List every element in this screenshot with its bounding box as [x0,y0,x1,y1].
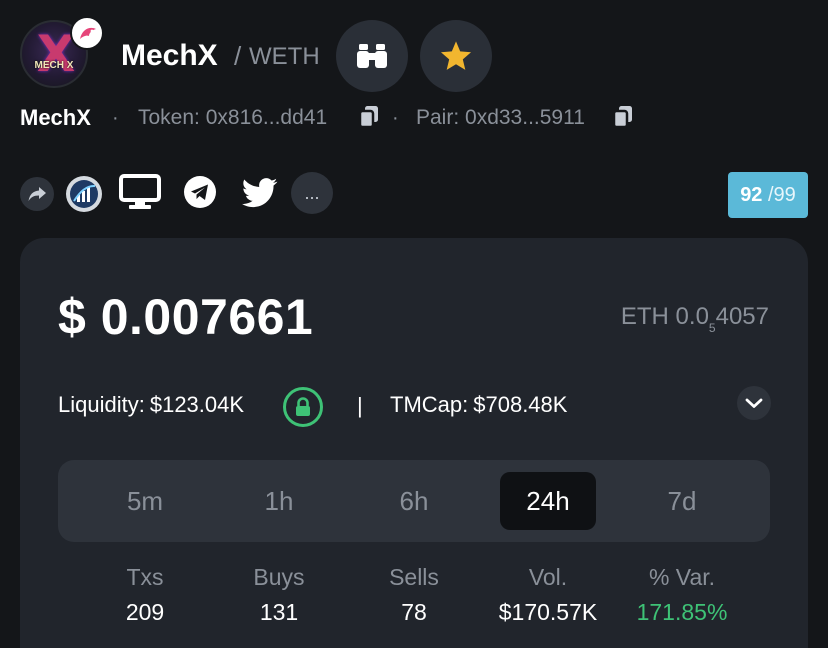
token-name: MechX [20,105,91,130]
dex-badge-icon [70,16,104,50]
liquidity-label: Liquidity: [58,392,145,417]
token-address: Token: 0x816...dd41 [138,106,328,129]
stat-variation-label: % Var. [648,564,716,590]
pair-address: Pair: 0xd33...5911 [416,106,585,129]
eth-price: ETH 0.054057 [621,302,769,343]
liquidity-value: $123.04K [149,392,245,417]
tab-5m[interactable]: 5m [97,472,193,530]
total-market-cap: TMCap: $708.48K [390,390,567,420]
telegram-icon [184,176,216,208]
telegram-button[interactable] [182,174,218,210]
tmcap-label: TMCap: [390,392,469,417]
chart-logo-icon [70,180,98,208]
website-icon [119,174,161,209]
expand-button[interactable] [737,386,771,420]
metrics-divider: | [357,393,363,418]
eth-price-prefix: ETH 0.0 [620,303,709,330]
copy-token-icon[interactable] [358,105,380,129]
logo-text: MECH X [34,60,74,71]
bullet-1: · [112,107,119,129]
tab-7d[interactable]: 7d [634,472,730,530]
star-icon [440,41,472,70]
chart-link-button[interactable] [66,176,102,212]
tmcap-value: $708.48K [473,392,568,417]
more-links-button[interactable]: ... [291,172,333,214]
twitter-button[interactable] [240,175,280,211]
watch-button[interactable] [336,20,408,92]
eth-price-zero-count: 5 [708,321,716,335]
binoculars-icon [357,44,387,68]
trust-score-badge: 92 /99 [728,172,808,218]
share-button[interactable] [20,177,54,211]
timeframe-tabs: 5m 1h 6h 24h 7d [58,460,770,542]
favorite-button[interactable] [420,20,492,92]
chevron-down-icon [745,398,763,408]
tab-6h[interactable]: 6h [366,472,462,530]
trust-score: 92 [740,184,763,206]
trust-score-max: /99 [768,184,796,206]
copy-pair-icon[interactable] [612,105,634,129]
share-icon [28,187,46,201]
tab-1h[interactable]: 1h [231,472,327,530]
liquidity-lock-icon[interactable] [283,387,323,427]
quote-token: WETH [249,43,320,70]
title-separator: / [234,41,242,71]
eth-price-digits: 4057 [715,303,769,330]
website-button[interactable] [118,172,162,212]
twitter-icon [242,178,278,208]
usd-price: $ 0.007661 [58,289,314,345]
tab-24h[interactable]: 24h [500,472,596,530]
liquidity: Liquidity: $123.04K [58,390,244,420]
token-title: MechX [121,39,218,72]
bullet-2: · [392,107,399,129]
stat-variation: % Var. 171.85% [602,562,762,627]
stat-variation-value: 171.85% [636,599,728,625]
